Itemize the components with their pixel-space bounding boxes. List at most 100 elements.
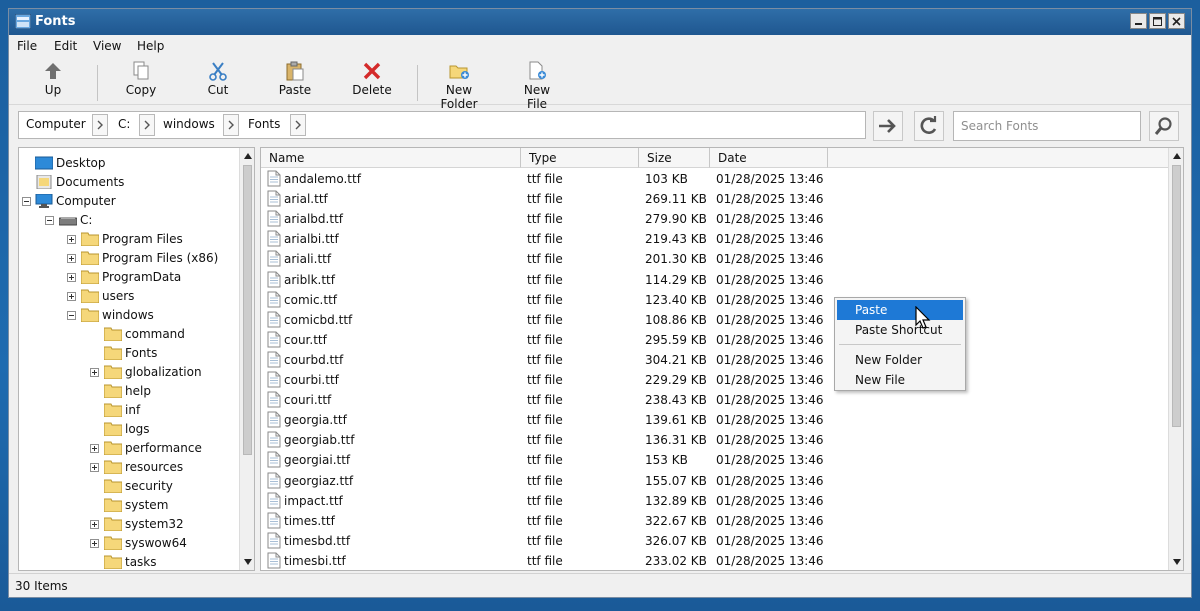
expand-toggle[interactable] bbox=[67, 292, 76, 301]
tree-item-computer[interactable]: Computer bbox=[19, 192, 239, 211]
file-row[interactable]: ariali.ttf ttf file 201.30 KB 01/28/2025 13… bbox=[261, 249, 1161, 269]
expand-toggle[interactable] bbox=[67, 235, 76, 244]
tree-item-resources[interactable]: resources bbox=[19, 458, 239, 477]
menu-edit[interactable]: Edit bbox=[54, 39, 77, 53]
scroll-up-arrow[interactable] bbox=[240, 148, 254, 164]
context-item-new-file[interactable]: New File bbox=[837, 370, 963, 390]
tree-item-desktop[interactable]: Desktop bbox=[19, 154, 239, 173]
breadcrumb-chevron[interactable] bbox=[290, 114, 306, 136]
tree-scrollbar[interactable] bbox=[239, 148, 254, 570]
file-row[interactable]: courbd.ttf ttf file 304.21 KB 01/28/2025 13… bbox=[261, 350, 1161, 370]
file-row[interactable]: timesbi.ttf ttf file 233.02 KB 01/28/2025 1… bbox=[261, 551, 1161, 570]
expand-toggle[interactable] bbox=[90, 539, 99, 548]
menu-file[interactable]: File bbox=[17, 39, 37, 53]
item-count: 30 Items bbox=[15, 579, 68, 593]
column-header-name[interactable]: Name bbox=[261, 148, 521, 168]
scroll-thumb[interactable] bbox=[243, 165, 252, 455]
tree-item-security[interactable]: security bbox=[19, 477, 239, 496]
minimize-button[interactable] bbox=[1130, 13, 1147, 29]
scroll-down-arrow[interactable] bbox=[240, 554, 254, 570]
tree-item-documents[interactable]: Documents bbox=[19, 173, 239, 192]
tree-item-program-files[interactable]: Program Files bbox=[19, 230, 239, 249]
tree-item-logs[interactable]: logs bbox=[19, 420, 239, 439]
breadcrumb-fonts[interactable]: Fonts bbox=[248, 117, 280, 131]
expand-toggle[interactable] bbox=[67, 273, 76, 282]
new-file-button[interactable]: New File bbox=[512, 61, 562, 111]
menu-view[interactable]: View bbox=[93, 39, 121, 53]
cut-button[interactable]: Cut bbox=[202, 61, 234, 97]
breadcrumb-c[interactable]: C: bbox=[118, 117, 130, 131]
collapse-toggle[interactable] bbox=[67, 311, 76, 320]
scroll-down-arrow[interactable] bbox=[1169, 554, 1183, 570]
breadcrumb-chevron[interactable] bbox=[139, 114, 155, 136]
breadcrumb-chevron[interactable] bbox=[92, 114, 108, 136]
tree-item-command[interactable]: command bbox=[19, 325, 239, 344]
tree-item-help[interactable]: help bbox=[19, 382, 239, 401]
context-item-new-folder[interactable]: New Folder bbox=[837, 350, 963, 370]
tree-item-performance[interactable]: performance bbox=[19, 439, 239, 458]
up-button[interactable]: Up bbox=[37, 61, 69, 97]
column-header-date[interactable]: Date bbox=[710, 148, 828, 168]
context-item-paste-shortcut[interactable]: Paste Shortcut bbox=[837, 320, 963, 340]
file-row[interactable]: georgiai.ttf ttf file 153 KB 01/28/2025 13:… bbox=[261, 450, 1161, 470]
collapse-toggle[interactable] bbox=[45, 216, 54, 225]
scroll-up-arrow[interactable] bbox=[1169, 148, 1183, 164]
search-button[interactable] bbox=[1149, 111, 1179, 141]
context-item-paste[interactable]: Paste bbox=[837, 300, 963, 320]
file-row[interactable]: arialbi.ttf ttf file 219.43 KB 01/28/2025 1… bbox=[261, 229, 1161, 249]
tree-item-fonts[interactable]: Fonts bbox=[19, 344, 239, 363]
column-header-type[interactable]: Type bbox=[521, 148, 639, 168]
column-header-size[interactable]: Size bbox=[639, 148, 710, 168]
tree-item-windows[interactable]: windows bbox=[19, 306, 239, 325]
tree-item-programdata[interactable]: ProgramData bbox=[19, 268, 239, 287]
tree-item-program-files-x86[interactable]: Program Files (x86) bbox=[19, 249, 239, 268]
file-row[interactable]: couri.ttf ttf file 238.43 KB 01/28/2025 13:… bbox=[261, 390, 1161, 410]
refresh-button[interactable] bbox=[914, 111, 944, 141]
file-row[interactable]: impact.ttf ttf file 132.89 KB 01/28/2025 13… bbox=[261, 491, 1161, 511]
tree-item-tasks[interactable]: tasks bbox=[19, 553, 239, 570]
file-row[interactable]: timesbd.ttf ttf file 326.07 KB 01/28/2025 1… bbox=[261, 531, 1161, 551]
search-input[interactable] bbox=[953, 111, 1141, 141]
breadcrumb-windows[interactable]: windows bbox=[163, 117, 215, 131]
file-row[interactable]: comic.ttf ttf file 123.40 KB 01/28/2025 13:… bbox=[261, 290, 1161, 310]
tree-label: logs bbox=[125, 422, 150, 436]
menu-help[interactable]: Help bbox=[137, 39, 164, 53]
tree-item-system32[interactable]: system32 bbox=[19, 515, 239, 534]
expand-toggle[interactable] bbox=[90, 463, 99, 472]
file-row[interactable]: ariblk.ttf ttf file 114.29 KB 01/28/2025 13… bbox=[261, 270, 1161, 290]
tree-item-inf[interactable]: inf bbox=[19, 401, 239, 420]
file-row[interactable]: georgiab.ttf ttf file 136.31 KB 01/28/2025 … bbox=[261, 430, 1161, 450]
file-row[interactable]: courbi.ttf ttf file 229.29 KB 01/28/2025 13… bbox=[261, 370, 1161, 390]
go-button[interactable] bbox=[873, 111, 903, 141]
file-row[interactable]: georgiaz.ttf ttf file 155.07 KB 01/28/2025 … bbox=[261, 471, 1161, 491]
file-row[interactable]: arial.ttf ttf file 269.11 KB 01/28/2025 13:… bbox=[261, 189, 1161, 209]
tree-item-users[interactable]: users bbox=[19, 287, 239, 306]
title-bar[interactable]: Fonts bbox=[9, 9, 1191, 35]
list-scrollbar[interactable] bbox=[1168, 148, 1183, 570]
file-row[interactable]: times.ttf ttf file 322.67 KB 01/28/2025 13:… bbox=[261, 511, 1161, 531]
breadcrumb-chevron[interactable] bbox=[223, 114, 239, 136]
tree-item-syswow64[interactable]: syswow64 bbox=[19, 534, 239, 553]
breadcrumb[interactable]: Computer C: windows Fonts bbox=[18, 111, 866, 139]
new-folder-button[interactable]: New Folder bbox=[426, 61, 492, 111]
tree-item-globalization[interactable]: globalization bbox=[19, 363, 239, 382]
collapse-toggle[interactable] bbox=[22, 197, 31, 206]
delete-button[interactable]: Delete bbox=[350, 61, 394, 97]
breadcrumb-computer[interactable]: Computer bbox=[26, 117, 86, 131]
close-button[interactable] bbox=[1168, 13, 1185, 29]
maximize-button[interactable] bbox=[1149, 13, 1166, 29]
file-row[interactable]: comicbd.ttf ttf file 108.86 KB 01/28/2025 1… bbox=[261, 310, 1161, 330]
expand-toggle[interactable] bbox=[67, 254, 76, 263]
copy-button[interactable]: Copy bbox=[121, 61, 161, 97]
expand-toggle[interactable] bbox=[90, 444, 99, 453]
tree-item-drive-c[interactable]: C: bbox=[19, 211, 239, 230]
expand-toggle[interactable] bbox=[90, 520, 99, 529]
expand-toggle[interactable] bbox=[90, 368, 99, 377]
file-row[interactable]: georgia.ttf ttf file 139.61 KB 01/28/2025 1… bbox=[261, 410, 1161, 430]
scroll-thumb[interactable] bbox=[1172, 165, 1181, 427]
file-row[interactable]: andalemo.ttf ttf file 103 KB 01/28/2025 13:… bbox=[261, 169, 1161, 189]
tree-item-system[interactable]: system bbox=[19, 496, 239, 515]
file-row[interactable]: cour.ttf ttf file 295.59 KB 01/28/2025 13:4… bbox=[261, 330, 1161, 350]
file-row[interactable]: arialbd.ttf ttf file 279.90 KB 01/28/2025 1… bbox=[261, 209, 1161, 229]
paste-button[interactable]: Paste bbox=[275, 61, 315, 97]
